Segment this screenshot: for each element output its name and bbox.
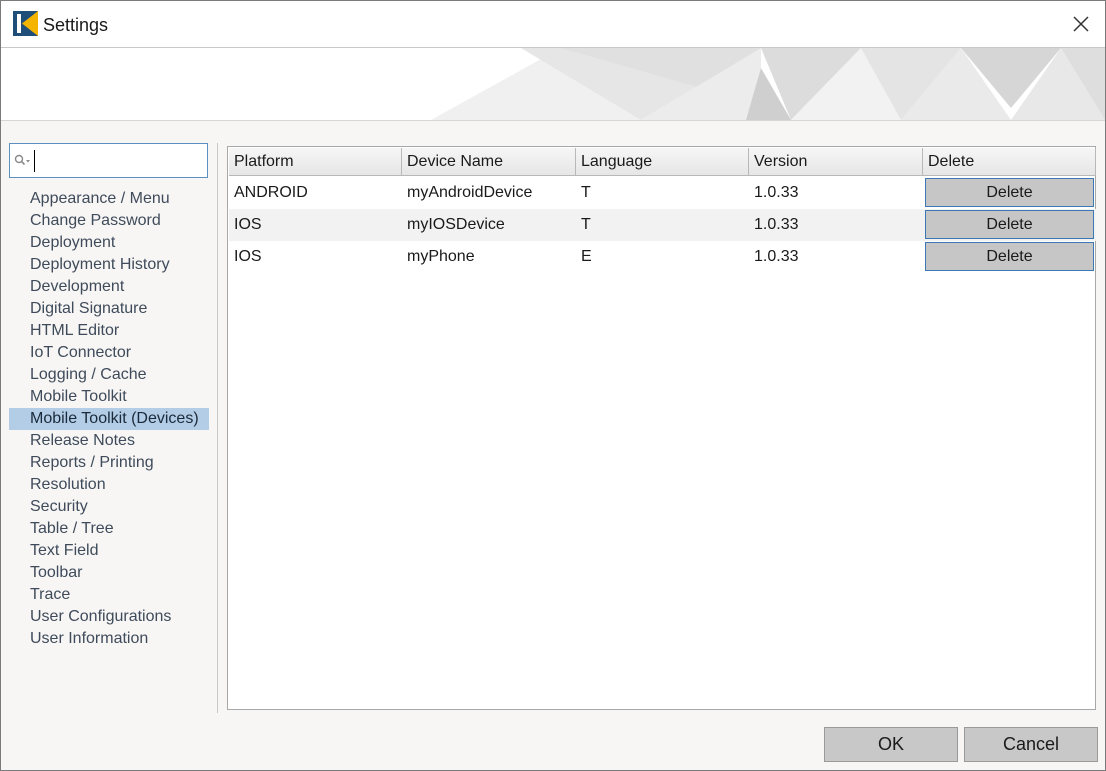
column-header-device-name[interactable]: Device Name bbox=[402, 148, 576, 176]
close-icon bbox=[1073, 16, 1089, 32]
nav-item-trace[interactable]: Trace bbox=[9, 584, 209, 606]
delete-button[interactable]: Delete bbox=[925, 242, 1094, 271]
search-icon bbox=[14, 154, 30, 166]
table-row[interactable]: IOS myPhone E 1.0.33 Delete bbox=[229, 241, 1096, 273]
cell-device-name: myIOSDevice bbox=[407, 216, 505, 233]
dialog-footer: OK Cancel bbox=[1, 717, 1105, 770]
column-header-delete[interactable]: Delete bbox=[923, 148, 1096, 176]
nav-item-table-tree[interactable]: Table / Tree bbox=[9, 518, 209, 540]
nav-item-html-editor[interactable]: HTML Editor bbox=[9, 320, 209, 342]
cell-language: T bbox=[581, 184, 591, 201]
nav-item-toolbar[interactable]: Toolbar bbox=[9, 562, 209, 584]
nav-item-release-notes[interactable]: Release Notes bbox=[9, 430, 209, 452]
table-header: Platform Device Name Language Version De… bbox=[229, 148, 1096, 176]
cancel-button[interactable]: Cancel bbox=[964, 727, 1098, 762]
cell-version: 1.0.33 bbox=[754, 248, 799, 265]
table-row[interactable]: ANDROID myAndroidDevice T 1.0.33 Delete bbox=[229, 177, 1096, 209]
search-box[interactable] bbox=[9, 143, 208, 178]
panel-divider[interactable] bbox=[217, 143, 218, 713]
header-banner bbox=[1, 48, 1105, 121]
cell-delete: Delete bbox=[923, 209, 1096, 241]
nav-item-reports-printing[interactable]: Reports / Printing bbox=[9, 452, 209, 474]
delete-button[interactable]: Delete bbox=[925, 178, 1094, 207]
settings-dialog: Settings Appearance / Menu Change Passwo… bbox=[0, 0, 1106, 771]
cell-version: 1.0.33 bbox=[754, 184, 799, 201]
column-header-platform[interactable]: Platform bbox=[229, 148, 402, 176]
nav-item-security[interactable]: Security bbox=[9, 496, 209, 518]
nav-item-user-information[interactable]: User Information bbox=[9, 628, 209, 650]
cell-delete: Delete bbox=[923, 177, 1096, 209]
delete-button[interactable]: Delete bbox=[925, 210, 1094, 239]
settings-body: Appearance / Menu Change Password Deploy… bbox=[1, 121, 1105, 717]
ok-button[interactable]: OK bbox=[824, 727, 958, 762]
nav-item-user-configurations[interactable]: User Configurations bbox=[9, 606, 209, 628]
nav-item-mobile-toolkit[interactable]: Mobile Toolkit bbox=[9, 386, 209, 408]
app-logo-icon bbox=[13, 11, 38, 36]
cell-device-name: myPhone bbox=[407, 248, 475, 265]
window-title: Settings bbox=[43, 15, 109, 35]
cell-delete: Delete bbox=[923, 241, 1096, 273]
cell-platform: IOS bbox=[234, 248, 262, 265]
cell-version: 1.0.33 bbox=[754, 216, 799, 233]
nav-item-mobile-toolkit-devices[interactable]: Mobile Toolkit (Devices) bbox=[9, 408, 209, 430]
nav-item-iot-connector[interactable]: IoT Connector bbox=[9, 342, 209, 364]
close-button[interactable] bbox=[1063, 7, 1099, 41]
nav-item-development[interactable]: Development bbox=[9, 276, 209, 298]
nav-item-deployment-history[interactable]: Deployment History bbox=[9, 254, 209, 276]
column-header-language[interactable]: Language bbox=[576, 148, 749, 176]
nav-item-text-field[interactable]: Text Field bbox=[9, 540, 209, 562]
cell-platform: IOS bbox=[234, 216, 262, 233]
nav-item-deployment[interactable]: Deployment bbox=[9, 232, 209, 254]
nav-item-appearance-menu[interactable]: Appearance / Menu bbox=[9, 188, 209, 210]
text-cursor bbox=[34, 150, 35, 172]
cell-language: T bbox=[581, 216, 591, 233]
title-bar: Settings bbox=[1, 1, 1105, 48]
column-header-version[interactable]: Version bbox=[749, 148, 923, 176]
devices-table: Platform Device Name Language Version De… bbox=[227, 146, 1096, 710]
banner-graphic bbox=[431, 48, 1105, 120]
cell-language: E bbox=[581, 248, 592, 265]
nav-item-digital-signature[interactable]: Digital Signature bbox=[9, 298, 209, 320]
search-input[interactable] bbox=[32, 148, 202, 173]
cell-device-name: myAndroidDevice bbox=[407, 184, 533, 201]
nav-item-resolution[interactable]: Resolution bbox=[9, 474, 209, 496]
cell-platform: ANDROID bbox=[234, 184, 308, 201]
nav-item-change-password[interactable]: Change Password bbox=[9, 210, 209, 232]
settings-nav: Appearance / Menu Change Password Deploy… bbox=[9, 188, 209, 650]
table-row[interactable]: IOS myIOSDevice T 1.0.33 Delete bbox=[229, 209, 1096, 241]
nav-item-logging-cache[interactable]: Logging / Cache bbox=[9, 364, 209, 386]
